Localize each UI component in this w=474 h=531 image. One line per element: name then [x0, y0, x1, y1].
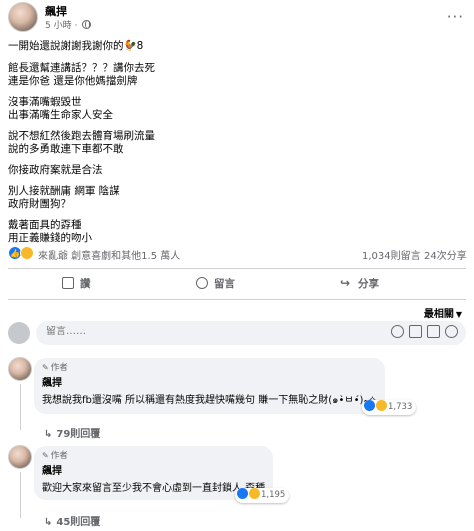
post-line: 連是你爸 還是你他媽擋劍牌 — [8, 75, 138, 87]
commenter-name[interactable]: 飆捍 — [42, 462, 265, 477]
commenter-avatar[interactable] — [8, 445, 32, 469]
post-line: 說不想紅然後跑去體育場刷流量 — [8, 130, 155, 142]
emoji-icon[interactable] — [391, 325, 404, 338]
comment-text: 歡迎大家來留言至少我不會心虛到一直封鎖人 孬種 — [42, 483, 266, 494]
commenter-name[interactable]: 飆捍 — [42, 374, 377, 389]
post-line: 出事滿嘴生命家人安全 — [8, 109, 113, 121]
chevron-down-icon: ▼ — [455, 310, 462, 319]
camera-icon[interactable] — [409, 325, 422, 338]
comment-reactions[interactable]: 1,195 — [235, 488, 290, 503]
like-reaction-icon — [237, 488, 248, 499]
post-line: 說的多勇敢連下車都不敢 — [8, 143, 124, 155]
replies-count: 45則回覆 — [56, 517, 101, 528]
comment-composer[interactable] — [36, 321, 466, 345]
author-avatar[interactable] — [8, 2, 38, 32]
share-label: 分享 — [358, 278, 379, 290]
post-header: 飆捍 5 小時 · ··· — [0, 0, 474, 34]
sort-dropdown[interactable]: 最相關 ▼ — [424, 305, 462, 320]
post-timestamp[interactable]: 5 小時 · — [45, 18, 92, 31]
post-line: 政府財團狗？ — [8, 198, 71, 210]
like-reaction-icon — [364, 400, 375, 411]
share-count[interactable]: 24次分享 — [424, 247, 467, 262]
globe-icon — [82, 20, 92, 29]
reply-arrow-icon: ↳ — [44, 517, 53, 528]
reaction-count: 1,195 — [261, 490, 286, 500]
haha-reaction-icon — [20, 246, 34, 260]
gif-icon[interactable] — [427, 325, 440, 338]
replies-count: 79則回覆 — [56, 429, 101, 440]
author-name[interactable]: 飆捍 — [45, 3, 67, 19]
pencil-icon: ✎ — [42, 363, 49, 372]
comment-input[interactable] — [46, 326, 346, 337]
post-line: 一開始還說謝謝我謝你的🐓8 — [8, 40, 144, 52]
reactors-text[interactable]: 來亂爺 創意喜劇和其他1.5 萬人 — [38, 247, 180, 262]
comment-text: 我想說我fb還沒嘴 所以稱還有熱度我趕快嘴幾句 賺一下無恥之財(๑•̀ㅂ•́)و… — [42, 395, 377, 406]
commenter-avatar[interactable] — [8, 357, 32, 381]
share-button[interactable]: ↪ 分享 — [340, 276, 379, 291]
view-replies-link[interactable]: ↳ 79則回覆 — [44, 425, 100, 440]
share-icon: ↪ — [340, 276, 351, 290]
haha-reaction-icon — [249, 488, 260, 499]
post-line: 館長還幫連講話？？？講你去死 — [8, 62, 155, 74]
badge-label: 作者 — [50, 363, 68, 373]
divider — [8, 268, 466, 269]
thumbs-up-icon — [62, 277, 74, 289]
author-badge: ✎ 作者 — [42, 449, 265, 461]
reply-arrow-icon: ↳ — [44, 429, 53, 440]
thread-line — [20, 472, 21, 518]
comment-bubble: ✎ 作者 飆捍 我想說我fb還沒嘴 所以稱還有熱度我趕快嘴幾句 賺一下無恥之財(๑… — [34, 358, 385, 414]
comment-count[interactable]: 1,034則留言 — [362, 247, 421, 262]
like-button[interactable]: 讚 — [62, 276, 91, 291]
thread-line — [20, 384, 21, 430]
badge-label: 作者 — [50, 451, 68, 461]
more-options-icon[interactable]: ··· — [447, 8, 464, 26]
post-line: 戴著面具的孬種 — [8, 219, 82, 231]
composer-tools — [386, 325, 458, 341]
comment-label: 留言 — [214, 278, 235, 290]
comment-icon — [196, 277, 208, 289]
reactions-summary: 👍 來亂爺 創意喜劇和其他1.5 萬人 1,034則留言 24次分享 — [0, 244, 474, 264]
timestamp-text: 5 小時 · — [45, 21, 78, 31]
divider — [8, 299, 466, 300]
reaction-count: 1,733 — [388, 402, 413, 412]
author-badge: ✎ 作者 — [42, 361, 377, 373]
comment-button[interactable]: 留言 — [196, 276, 235, 291]
sort-label: 最相關 — [423, 309, 454, 320]
view-replies-link[interactable]: ↳ 45則回覆 — [44, 513, 100, 528]
sticker-icon[interactable] — [445, 325, 458, 338]
haha-reaction-icon — [376, 400, 387, 411]
post-line: 你接政府案就是合法 — [8, 164, 103, 176]
post-line: 別人接就酬庸 網軍 陰謀 — [8, 185, 120, 197]
post-line: 沒事滿嘴蝦毀世 — [8, 96, 82, 108]
viewer-avatar — [8, 322, 30, 344]
post-actions: 讚 留言 ↪ 分享 — [0, 272, 474, 298]
like-label: 讚 — [80, 278, 91, 290]
pencil-icon: ✎ — [42, 451, 49, 460]
comment-reactions[interactable]: 1,733 — [362, 400, 417, 415]
